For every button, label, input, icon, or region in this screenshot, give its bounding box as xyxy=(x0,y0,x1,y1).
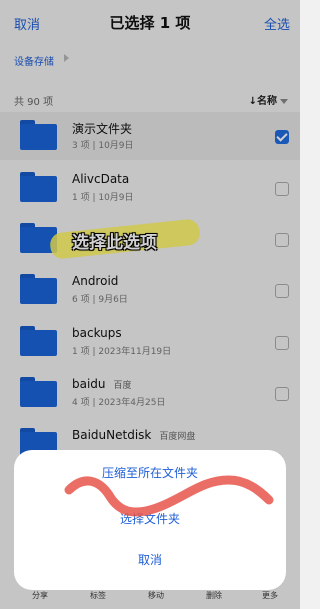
select-all-button[interactable]: 全选 xyxy=(264,14,290,33)
file-name: baidu 百度 xyxy=(72,377,132,391)
action-sheet: 压缩至所在文件夹 选择文件夹 取消 xyxy=(14,450,286,590)
list-item[interactable]: backups 1 项 | 2023年11月19日 xyxy=(0,318,300,366)
file-name: AlivcData xyxy=(72,172,130,186)
file-tag: 百度网盘 xyxy=(159,432,196,442)
file-meta: 1 项 | 10月9日 xyxy=(72,193,134,203)
annotation-label: 选择此选项 xyxy=(72,233,157,253)
row-checkbox[interactable] xyxy=(275,233,289,247)
move-button[interactable]: 移动 xyxy=(136,590,176,601)
row-checkbox[interactable] xyxy=(275,130,289,144)
breadcrumb-device-storage[interactable]: 设备存储 xyxy=(14,53,54,68)
file-name: backups xyxy=(72,326,122,340)
file-name-text: baidu xyxy=(72,377,106,391)
row-checkbox[interactable] xyxy=(275,336,289,350)
file-meta: 6 项 | 9月6日 xyxy=(72,295,128,305)
file-name: 演示文件夹 xyxy=(72,122,133,136)
file-meta: 3 项 | 10月9日 xyxy=(72,141,134,151)
row-checkbox[interactable] xyxy=(275,387,289,401)
sort-label: ↓名称 xyxy=(248,96,277,107)
list-item[interactable]: Android 6 项 | 9月6日 xyxy=(0,266,300,314)
file-manager-screen: 取消 已选择 1 项 全选 设备存储 共 90 项 ↓名称 演示文件夹 3 项 … xyxy=(0,0,300,609)
folder-icon xyxy=(20,120,57,150)
file-tag: 百度 xyxy=(113,381,132,391)
page-title: 已选择 1 项 xyxy=(109,14,191,32)
item-count: 共 90 项 xyxy=(14,97,54,108)
chevron-right-icon xyxy=(64,54,69,62)
share-button[interactable]: 分享 xyxy=(20,590,60,601)
tag-button[interactable]: 标签 xyxy=(78,590,118,601)
row-checkbox[interactable] xyxy=(275,182,289,196)
sort-button[interactable]: ↓名称 xyxy=(249,92,288,107)
folder-icon xyxy=(20,377,57,407)
list-item[interactable]: AlivcData 1 项 | 10月9日 xyxy=(0,164,300,212)
file-meta: 1 项 | 2023年11月19日 xyxy=(72,347,172,357)
list-item[interactable]: baidu 百度 4 项 | 2023年4月25日 xyxy=(0,369,300,417)
file-name-text: BaiduNetdisk xyxy=(72,428,152,442)
folder-icon xyxy=(20,172,57,202)
list-item[interactable]: 演示文件夹 3 项 | 10月9日 xyxy=(0,112,300,160)
bottom-toolbar: 分享 标签 移动 删除 更多 xyxy=(0,586,300,606)
delete-button[interactable]: 删除 xyxy=(194,590,234,601)
folder-icon xyxy=(20,274,57,304)
file-name: Android xyxy=(72,274,119,288)
annotation-scribble xyxy=(64,475,274,517)
row-checkbox[interactable] xyxy=(275,284,289,298)
file-meta: 4 项 | 2023年4月25日 xyxy=(72,398,166,408)
caret-down-icon xyxy=(280,98,288,104)
more-button[interactable]: 更多 xyxy=(250,590,290,601)
folder-icon xyxy=(20,326,57,356)
file-name: BaiduNetdisk 百度网盘 xyxy=(72,428,195,442)
